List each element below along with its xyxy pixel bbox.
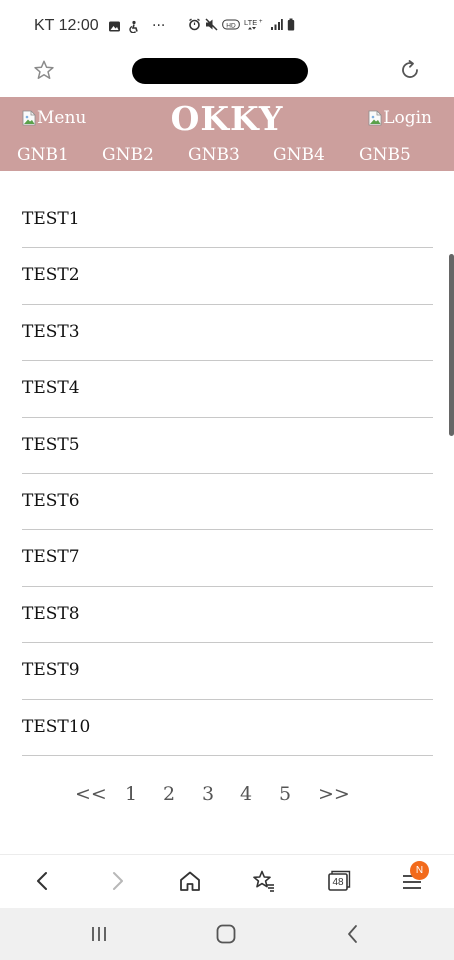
- browser-toolbar: 48: [0, 854, 454, 908]
- tabs-count: 48: [332, 877, 344, 888]
- pagination-prev[interactable]: <<: [75, 783, 107, 805]
- list-item-title: TEST7: [22, 547, 80, 568]
- lte-plus-icon: LTE +: [244, 18, 263, 30]
- hd-voice-icon: HD: [222, 19, 240, 30]
- pagination-page-3[interactable]: 3: [202, 783, 214, 805]
- accessibility-icon: [129, 20, 138, 33]
- bookmarks-icon[interactable]: [251, 868, 277, 894]
- list-item[interactable]: TEST2: [22, 248, 433, 305]
- site-header: Menu OKKY Login GNB1 GNB2 GNB3 GNB4 GNB5: [0, 97, 454, 171]
- list-item-title: TEST1: [22, 209, 80, 229]
- tabs-button[interactable]: 48: [325, 868, 351, 894]
- overflow-indicator: ···: [152, 18, 166, 34]
- post-list: TEST1 TEST2 TEST3 TEST4 TEST5 TEST6 TEST…: [22, 192, 433, 756]
- pagination-page-1[interactable]: 1: [125, 783, 137, 805]
- list-item[interactable]: TEST9: [22, 643, 433, 700]
- svg-text:HD: HD: [226, 22, 236, 29]
- list-item-title: TEST9: [22, 660, 80, 681]
- status-left-icons: ···: [108, 18, 165, 34]
- list-item[interactable]: TEST5: [22, 418, 433, 474]
- list-item-title: TEST3: [22, 321, 80, 342]
- bookmark-star-icon[interactable]: [33, 59, 55, 81]
- list-item[interactable]: TEST8: [22, 587, 433, 644]
- list-item-title: TEST2: [22, 265, 80, 286]
- svg-text:LTE: LTE: [244, 18, 257, 27]
- login-button[interactable]: Login: [368, 108, 432, 128]
- pagination-page-2[interactable]: 2: [163, 783, 175, 805]
- pagination: << 1 2 3 4 5 >>: [0, 783, 454, 809]
- signal-icon: [271, 19, 283, 30]
- gnb-item-2[interactable]: GNB2: [102, 145, 154, 165]
- svg-text:+: +: [259, 19, 263, 25]
- login-image-alt: Login: [383, 108, 432, 128]
- browser-address-bar: [0, 54, 454, 97]
- gnb-nav: GNB1 GNB2 GNB3 GNB4 GNB5: [0, 145, 454, 167]
- notification-badge: N: [410, 861, 429, 880]
- pagination-next[interactable]: >>: [318, 783, 350, 805]
- list-item[interactable]: TEST4: [22, 361, 433, 418]
- forward-icon[interactable]: [104, 868, 130, 894]
- battery-icon: [287, 18, 295, 31]
- gnb-item-3[interactable]: GNB3: [188, 145, 240, 165]
- list-item-title: TEST10: [22, 716, 91, 737]
- gnb-item-1[interactable]: GNB1: [17, 145, 69, 165]
- mute-icon: [205, 18, 218, 31]
- android-nav-bar: [0, 908, 454, 960]
- url-field-redacted[interactable]: [132, 58, 308, 84]
- broken-image-icon: [368, 110, 382, 126]
- pagination-page-5[interactable]: 5: [279, 783, 291, 805]
- gnb-item-4[interactable]: GNB4: [273, 145, 325, 165]
- pagination-page-4[interactable]: 4: [240, 783, 252, 805]
- reload-icon[interactable]: [398, 58, 422, 82]
- gnb-item-5[interactable]: GNB5: [359, 145, 411, 165]
- alarm-icon: [189, 18, 200, 31]
- recent-apps-icon[interactable]: [87, 922, 111, 946]
- list-item[interactable]: TEST6: [22, 474, 433, 531]
- page-scrollbar[interactable]: [449, 254, 454, 436]
- status-time: KT 12:00: [34, 17, 99, 34]
- list-item[interactable]: TEST7: [22, 530, 433, 587]
- status-right-icons: HD LTE +: [188, 18, 295, 31]
- list-item[interactable]: TEST3: [22, 305, 433, 362]
- list-item-title: TEST8: [22, 603, 80, 624]
- list-item-title: TEST5: [22, 434, 80, 455]
- home-icon[interactable]: [177, 868, 203, 894]
- list-item[interactable]: TEST10: [22, 700, 433, 756]
- gallery-icon: [109, 21, 120, 31]
- list-item[interactable]: TEST1: [22, 192, 433, 249]
- list-item-title: TEST6: [22, 490, 80, 511]
- back-icon[interactable]: [30, 868, 56, 894]
- back-nav-icon[interactable]: [341, 922, 365, 946]
- home-nav-icon[interactable]: [214, 922, 238, 946]
- status-bar: KT 12:00 ··· HD LTE +: [0, 0, 454, 54]
- list-item-title: TEST4: [22, 378, 80, 399]
